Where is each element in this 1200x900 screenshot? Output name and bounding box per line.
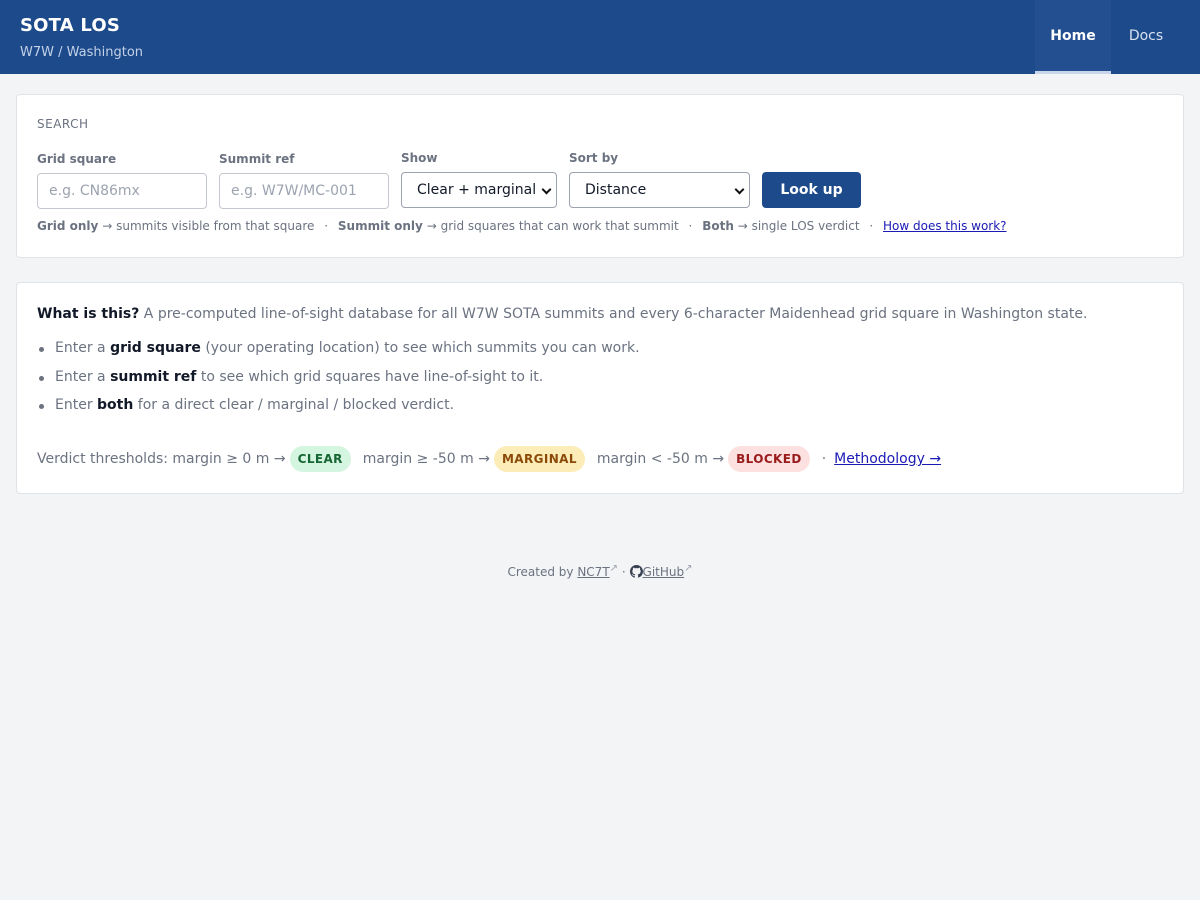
hint-grid-only-desc: summits visible from that square <box>116 219 315 233</box>
external-link-icon: ↗ <box>609 563 619 574</box>
separator-dot: · <box>688 219 693 233</box>
look-up-button[interactable]: Look up <box>762 172 861 208</box>
grid-square-input[interactable] <box>37 173 207 209</box>
chevron-down-icon <box>541 184 552 195</box>
chevron-down-icon <box>734 184 745 195</box>
github-link[interactable]: GitHub <box>643 565 685 579</box>
bullet-emphasis: both <box>97 397 134 413</box>
separator-dot: · <box>869 219 874 233</box>
marginal-threshold-text: margin ≥ -50 m → <box>362 451 490 467</box>
info-card: What is this? A pre-computed line-of-sig… <box>16 282 1184 494</box>
what-is-this-text: A pre-computed line-of-sight database fo… <box>143 306 1088 322</box>
marginal-badge: MARGINAL <box>493 446 585 472</box>
sort-by-label: Sort by <box>569 151 619 165</box>
methodology-link[interactable]: Methodology → <box>834 451 941 467</box>
bullet-text: for a direct clear / marginal / blocked … <box>137 397 455 413</box>
list-item: Enter both for a direct clear / marginal… <box>37 397 640 426</box>
sort-by-select[interactable]: Distance <box>569 172 750 208</box>
arrow-right-icon: → <box>426 219 437 233</box>
show-select[interactable]: Clear + marginal <box>401 172 557 208</box>
list-item: Enter a grid square (your operating loca… <box>37 340 640 369</box>
hint-summit-only: Summit only <box>337 219 423 233</box>
show-label: Show <box>401 151 438 165</box>
author-link[interactable]: NC7T <box>577 565 609 579</box>
bullet-text: Enter a <box>55 340 106 356</box>
nav-docs[interactable]: Docs <box>1111 0 1181 74</box>
show-select-value: Clear + marginal <box>417 182 537 198</box>
arrow-right-icon: → <box>737 219 748 233</box>
app-subtitle: W7W / Washington <box>20 45 144 60</box>
nav-home[interactable]: Home <box>1035 0 1111 74</box>
bullet-text: (your operating location) to see which s… <box>205 340 640 356</box>
what-is-this: What is this? A pre-computed line-of-sig… <box>37 306 1087 322</box>
bullet-text: to see which grid squares have line-of-s… <box>200 368 544 385</box>
separator-dot: · <box>821 451 827 467</box>
hint-summit-only-desc: grid squares that can work that summit <box>440 219 679 233</box>
hint-both-desc: single LOS verdict <box>751 219 860 233</box>
list-item: Enter a summit ref to see which grid squ… <box>37 369 640 398</box>
arrow-right-icon: → <box>102 219 113 233</box>
github-icon <box>629 565 643 578</box>
hint-grid-only: Grid only <box>37 219 99 233</box>
hint-both: Both <box>702 219 734 233</box>
separator-dot: · <box>324 219 329 233</box>
bullet-emphasis: grid square <box>110 340 201 356</box>
sort-by-select-value: Distance <box>585 182 647 198</box>
footer-separator: · <box>621 565 626 579</box>
bullet-text: Enter a <box>55 368 106 385</box>
usage-list: Enter a grid square (your operating loca… <box>37 340 640 426</box>
summit-ref-input[interactable] <box>219 173 389 209</box>
what-is-this-label: What is this? <box>37 306 140 322</box>
created-by-text: Created by <box>507 565 574 579</box>
summit-ref-label: Summit ref <box>219 152 295 166</box>
clear-badge: CLEAR <box>289 446 351 472</box>
external-link-icon: ↗ <box>684 563 693 574</box>
search-section-label: SEARCH <box>37 117 89 131</box>
bullet-emphasis: summit ref <box>110 368 197 385</box>
top-bar: SOTA LOS W7W / Washington Home Docs <box>0 0 1200 74</box>
blocked-badge: BLOCKED <box>728 446 810 472</box>
blocked-threshold-text: margin < -50 m → <box>596 451 725 467</box>
how-does-this-work-link[interactable]: How does this work? <box>883 219 1007 233</box>
search-hints: Grid only → summits visible from that sq… <box>37 219 1007 233</box>
app-title[interactable]: SOTA LOS <box>20 15 120 36</box>
footer: Created by NC7T↗ · GitHub↗ <box>0 563 1200 579</box>
clear-threshold-text: Verdict thresholds: margin ≥ 0 m → <box>37 451 286 467</box>
search-card: SEARCH Grid square Summit ref Show Clear… <box>16 94 1184 258</box>
bullet-text: Enter <box>55 397 93 413</box>
grid-square-label: Grid square <box>37 152 117 166</box>
verdict-thresholds: Verdict thresholds: margin ≥ 0 m → CLEAR… <box>37 446 941 472</box>
